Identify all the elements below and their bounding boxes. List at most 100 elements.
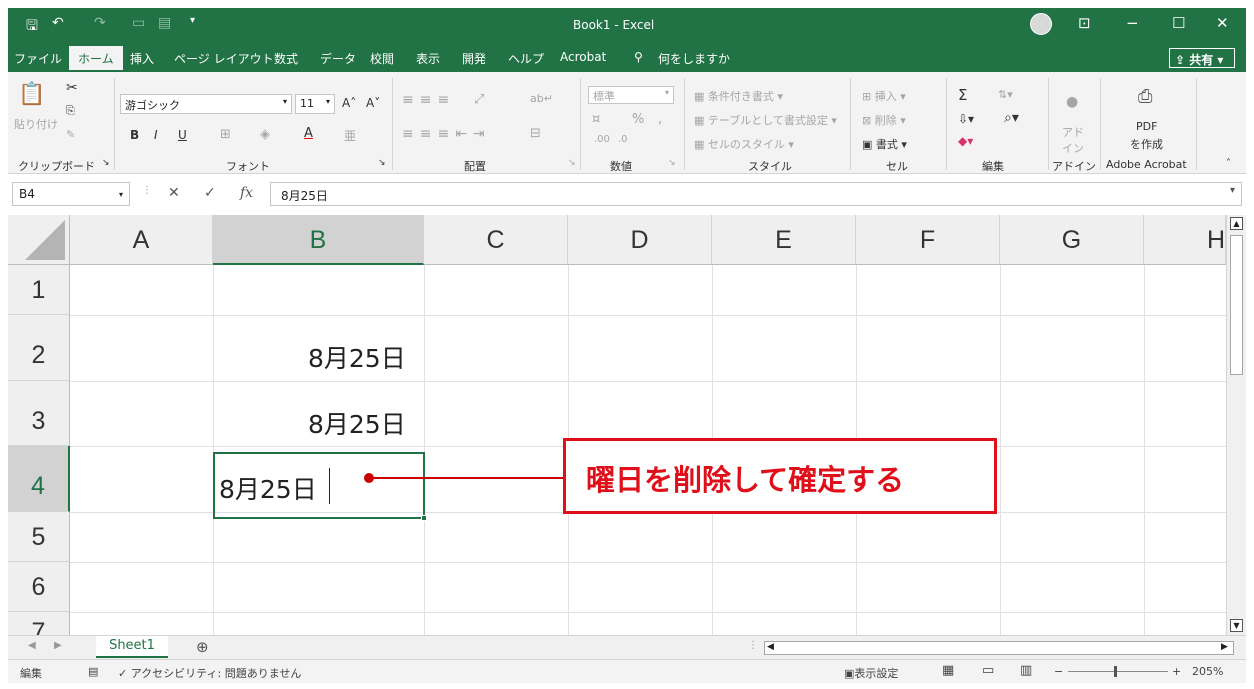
share-button[interactable]: ⇪ 共有 ▾ (1169, 48, 1235, 68)
currency-icon[interactable]: ¤ (592, 112, 600, 127)
row-header-3[interactable]: 3 (8, 381, 70, 446)
addins-button[interactable]: アド イン (1058, 124, 1088, 156)
delete-cells-button[interactable]: ⊠ 削除 ▾ (862, 112, 906, 128)
new-icon[interactable]: ▭ (132, 15, 145, 31)
font-size-select[interactable]: 11 ▾ (295, 94, 335, 114)
cell-b4-editing[interactable]: 8月25日 (219, 470, 317, 506)
addins-icon[interactable]: ● (1066, 94, 1078, 110)
zoom-in-icon[interactable]: + (1172, 665, 1181, 678)
zoom-level[interactable]: 205% (1192, 665, 1223, 678)
row-header-1[interactable]: 1 (8, 265, 70, 315)
form-icon[interactable]: ▤ (158, 15, 171, 31)
phonetic-icon[interactable]: 亜 (344, 127, 356, 144)
splitter-icon[interactable]: ⋮ (748, 640, 758, 651)
decimal-increase-icon[interactable]: .00 (594, 134, 610, 145)
row-header-2[interactable]: 2 (8, 315, 70, 381)
tab-formulas[interactable]: 数式 (274, 50, 298, 67)
number-format-select[interactable]: 標準 ▾ (588, 86, 674, 104)
page-break-view-icon[interactable]: ▥ (1020, 663, 1032, 678)
page-layout-view-icon[interactable]: ▭ (982, 663, 994, 678)
pdf-icon[interactable]: ⎙ (1138, 86, 1152, 107)
clipboard-launcher-icon[interactable]: ↘ (102, 158, 110, 168)
sort-filter-icon[interactable]: ⇅▾ (998, 88, 1013, 101)
tab-data[interactable]: データ (320, 50, 356, 67)
percent-button[interactable]: % (632, 112, 644, 127)
select-all-button[interactable] (8, 215, 70, 265)
shrink-font-icon[interactable]: A˅ (366, 96, 380, 110)
insert-cells-button[interactable]: ⊞ 挿入 ▾ (862, 88, 906, 104)
user-avatar-icon[interactable] (1030, 13, 1052, 35)
formula-input[interactable]: 8月25日 (270, 182, 1242, 206)
worksheet-grid[interactable]: A B C D E F G H 1 2 3 4 5 6 7 8月25日 8月25… (8, 215, 1226, 635)
prev-sheet-icon[interactable]: ◀ (28, 640, 36, 651)
cut-icon[interactable]: ✂ (66, 80, 78, 96)
sheet-tab-sheet1[interactable]: Sheet1 (96, 636, 168, 658)
italic-button[interactable]: I (154, 128, 158, 142)
tab-view[interactable]: 表示 (416, 50, 440, 67)
row-header-6[interactable]: 6 (8, 562, 70, 612)
merge-icon[interactable]: ⊟ (530, 126, 541, 141)
format-cells-button[interactable]: ▣ 書式 ▾ (862, 136, 907, 152)
clear-icon[interactable]: ◆▾ (958, 134, 973, 148)
collapse-ribbon-icon[interactable]: ˄ (1226, 158, 1231, 169)
display-settings-button[interactable]: ▣表示設定 (844, 665, 898, 681)
column-header-d[interactable]: D (568, 215, 712, 265)
zoom-slider[interactable] (1068, 671, 1168, 672)
wrap-text-icon[interactable]: ab↵ (530, 92, 553, 105)
column-header-g[interactable]: G (1000, 215, 1144, 265)
paste-button[interactable]: 貼り付け (14, 116, 58, 132)
horizontal-align-icons[interactable]: ≡≡≡⇤⇥ (402, 126, 491, 142)
tab-page-layout[interactable]: ページ レイアウト (174, 50, 274, 67)
fill-icon[interactable]: ⇩▾ (958, 112, 974, 126)
fill-handle[interactable] (421, 515, 427, 521)
scroll-up-icon[interactable]: ▲ (1230, 217, 1243, 230)
redo-icon[interactable]: ↷ (94, 15, 106, 31)
scroll-down-icon[interactable]: ▼ (1230, 619, 1243, 632)
find-icon[interactable]: ⌕▾ (1004, 110, 1019, 126)
bold-button[interactable]: B (130, 128, 139, 142)
next-sheet-icon[interactable]: ▶ (54, 640, 62, 651)
create-pdf-line2[interactable]: を作成 (1130, 136, 1163, 152)
cell-styles-button[interactable]: ▦ セルのスタイル ▾ (694, 136, 794, 152)
tab-acrobat[interactable]: Acrobat (560, 50, 606, 64)
orientation-icon[interactable]: ⤢ (474, 92, 484, 107)
accessibility-status[interactable]: ✓ アクセシビリティ: 問題ありません (118, 665, 301, 681)
normal-view-icon[interactable]: ▦ (942, 663, 954, 678)
font-color-button[interactable]: A (304, 126, 313, 141)
column-header-a[interactable]: A (70, 215, 213, 265)
format-painter-icon[interactable]: ✎ (66, 128, 75, 141)
copy-icon[interactable]: ⎘ (66, 104, 75, 118)
customize-icon[interactable]: ▾ (190, 15, 195, 26)
column-header-f[interactable]: F (856, 215, 1000, 265)
underline-button[interactable]: U (178, 128, 187, 142)
tab-home[interactable]: ホーム (69, 46, 123, 72)
tab-review[interactable]: 校閲 (370, 50, 394, 67)
cancel-icon[interactable]: ✕ (168, 185, 180, 201)
cell-b2[interactable]: 8月25日 (308, 339, 406, 375)
font-name-select[interactable]: 游ゴシック ▾ (120, 94, 292, 114)
scroll-right-icon[interactable]: ▶ (1221, 642, 1228, 652)
column-header-b[interactable]: B (213, 215, 424, 265)
tab-file[interactable]: ファイル (14, 50, 62, 67)
row-header-5[interactable]: 5 (8, 512, 70, 562)
autosum-button[interactable]: Σ (958, 86, 967, 104)
scroll-left-icon[interactable]: ◀ (767, 642, 774, 652)
row-header-4[interactable]: 4 (8, 446, 70, 512)
number-launcher-icon[interactable]: ↘ (668, 158, 676, 168)
border-icon[interactable]: ⊞ (220, 127, 231, 142)
comma-button[interactable]: , (658, 112, 662, 127)
vertical-align-icons[interactable]: ≡≡≡ (402, 92, 455, 108)
alignment-launcher-icon[interactable]: ↘ (568, 158, 576, 168)
close-button[interactable]: ✕ (1216, 14, 1229, 32)
save-icon[interactable]: 🖫 (26, 15, 38, 39)
tab-insert[interactable]: 挿入 (130, 50, 154, 67)
create-pdf-line1[interactable]: PDF (1136, 120, 1157, 133)
decimal-decrease-icon[interactable]: .0 (618, 134, 628, 145)
font-launcher-icon[interactable]: ↘ (378, 158, 386, 168)
paste-icon[interactable]: 📋 (18, 82, 45, 107)
zoom-out-icon[interactable]: − (1054, 665, 1063, 678)
minimize-button[interactable]: − (1126, 14, 1139, 32)
restore-button[interactable]: ☐ (1172, 14, 1185, 32)
column-header-c[interactable]: C (424, 215, 568, 265)
add-sheet-icon[interactable]: ⊕ (196, 638, 209, 656)
